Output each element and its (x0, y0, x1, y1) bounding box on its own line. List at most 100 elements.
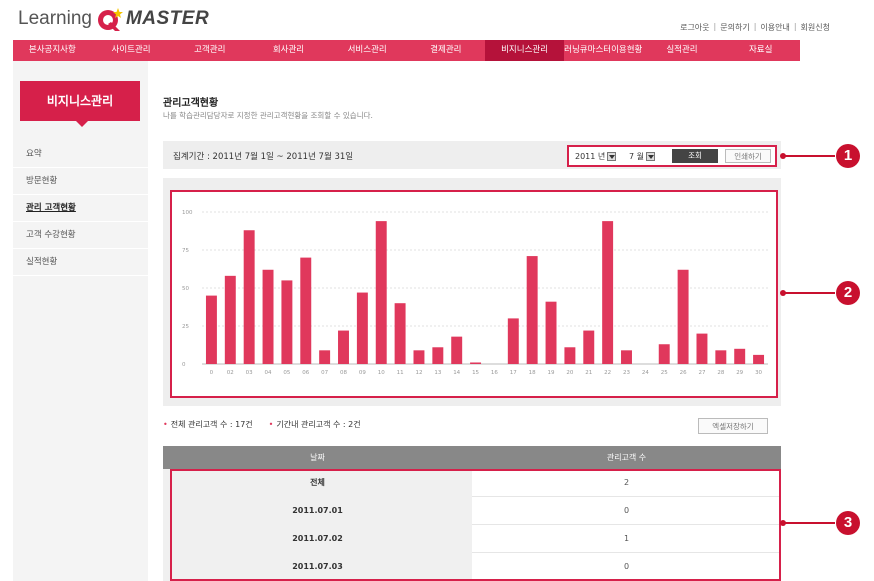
x-tick-label: 15 (472, 370, 479, 376)
filter-bar: 집계기간 : 2011년 7월 1일 ~ 2011년 7월 31일 2011 년… (163, 141, 781, 169)
y-tick-label: 75 (182, 248, 189, 254)
year-value: 2011 년 (575, 152, 606, 161)
chart-bar (753, 354, 765, 364)
period-label: 집계기간 : 2011년 7월 1일 ~ 2011년 7월 31일 (173, 152, 354, 162)
chart-bar (621, 350, 632, 364)
table-highlight-box (170, 469, 781, 581)
x-tick-label: 04 (265, 370, 272, 376)
logo[interactable]: Learning MASTER (18, 6, 209, 32)
page-title: 관리고객현황 (163, 98, 219, 109)
chart-bar (243, 230, 255, 364)
chart-bar (564, 347, 576, 364)
x-tick-label: 21 (585, 370, 592, 376)
excel-export-button[interactable]: 엑셀저장하기 (698, 418, 768, 434)
month-select[interactable]: 7 월 (629, 151, 655, 162)
separator: | (753, 22, 757, 31)
x-tick-label: 07 (321, 370, 328, 376)
chart-bar (507, 318, 519, 364)
logo-master-text: MASTER (125, 8, 210, 29)
x-tick-label: 22 (604, 370, 611, 376)
link-guide[interactable]: 이용안내 (760, 22, 789, 33)
x-tick-label: 11 (397, 370, 404, 376)
sidebar-title: 비지니스관리 (20, 81, 140, 127)
x-tick-label: 18 (529, 370, 536, 376)
chart-bar (526, 256, 538, 364)
x-tick-label: 16 (491, 370, 498, 376)
year-select[interactable]: 2011 년 (575, 151, 617, 162)
chart-bar (677, 269, 689, 364)
summary-total-text: 전체 관리고객 수 : 17건 (170, 420, 253, 429)
nav-item-payment[interactable]: 결제관리 (407, 40, 486, 61)
marker-1: 1 (836, 144, 860, 168)
chart-area: 0 25 50 75 100 0 02 03 04 05 06 07 08 09 10 11 12 13 14 15 1… (163, 178, 781, 406)
x-tick-label: 10 (378, 370, 385, 376)
chart-bar (205, 295, 217, 364)
chart-bar (583, 330, 595, 364)
marker-2: 2 (836, 281, 860, 305)
y-tick-label: 25 (182, 324, 189, 330)
x-tick-label: 14 (453, 370, 460, 376)
x-tick-label: 12 (415, 370, 422, 376)
chart-bar (281, 280, 293, 364)
x-tick-label: 27 (698, 370, 705, 376)
chart-bar (356, 292, 368, 364)
y-tick-label: 50 (182, 286, 189, 292)
nav-item-performance[interactable]: 실적관리 (643, 40, 722, 61)
bullet-icon: • (163, 420, 168, 429)
search-button[interactable]: 조회 (672, 149, 718, 163)
x-tick-label: 0 (210, 370, 214, 376)
chart-bar (734, 348, 746, 364)
nav-item-service[interactable]: 서비스관리 (328, 40, 407, 61)
sidebar-list: 요약 방문현황 관리 고객현황 고객 수강현황 실적현황 (13, 141, 148, 276)
nav-item-business[interactable]: 비지니스관리 (485, 40, 564, 61)
page-description: 나를 학습관리담당자로 지정한 관리고객현황을 조회할 수 있습니다. (163, 111, 373, 120)
x-tick-label: 08 (340, 370, 347, 376)
nav-item-notice[interactable]: 본사공지사항 (13, 40, 92, 61)
summary-total: • 전체 관리고객 수 : 17건 (163, 419, 253, 430)
x-tick-label: 06 (302, 370, 309, 376)
print-button[interactable]: 인쇄하기 (725, 149, 771, 163)
chart-bar (394, 303, 406, 364)
sidebar-item-summary[interactable]: 요약 (13, 141, 148, 168)
x-tick-label: 20 (566, 370, 573, 376)
chart-bar (658, 344, 670, 364)
sidebar-item-customer-courses[interactable]: 고객 수강현황 (13, 222, 148, 249)
header-date: 날짜 (310, 453, 325, 462)
nav-item-customer[interactable]: 고객관리 (170, 40, 249, 61)
chart-bar (338, 330, 349, 364)
chart-bar (545, 301, 557, 364)
x-tick-label: 28 (717, 370, 724, 376)
marker-3: 3 (836, 511, 860, 535)
header-count: 관리고객 수 (606, 453, 647, 462)
logo-learning-text: Learning (18, 8, 92, 29)
link-logout[interactable]: 로그아웃 (680, 22, 709, 33)
x-tick-label: 17 (510, 370, 517, 376)
chart-bar (602, 221, 614, 364)
nav-item-company[interactable]: 회사관리 (249, 40, 328, 61)
top-links: 로그아웃 | 문의하기 | 이용안내 | 회원신청 (680, 22, 830, 33)
chart-bar (375, 221, 387, 364)
chart-bar (432, 347, 444, 364)
month-value: 7 월 (629, 152, 644, 161)
summary-period: • 기간내 관리고객 수 : 2건 (269, 419, 361, 430)
nav-item-resources[interactable]: 자료실 (721, 40, 800, 61)
chart-bar (451, 336, 463, 364)
header: Learning MASTER 로그아웃 | 문의하기 | 이용안내 | 회원신… (0, 0, 874, 38)
sidebar-item-visits[interactable]: 방문현황 (13, 168, 148, 195)
link-inquiry[interactable]: 문의하기 (720, 22, 749, 33)
nav-item-site[interactable]: 사이트관리 (92, 40, 171, 61)
x-tick-label: 13 (434, 370, 441, 376)
x-tick-label: 26 (680, 370, 687, 376)
link-signup[interactable]: 회원신청 (801, 22, 830, 33)
sidebar-item-managed-customers[interactable]: 관리 고객현황 (13, 195, 148, 222)
nav-item-usage[interactable]: 러닝큐마스터이용현황 (564, 40, 643, 61)
chart-bar (715, 350, 727, 364)
separator: | (713, 22, 717, 31)
sidebar-item-performance[interactable]: 실적현황 (13, 249, 148, 276)
sidebar: 비지니스관리 요약 방문현황 관리 고객현황 고객 수강현황 실적현황 (13, 61, 148, 581)
chevron-down-icon[interactable] (646, 152, 655, 161)
chart-bar (470, 362, 482, 364)
chevron-down-icon[interactable] (607, 152, 617, 161)
marker-line (783, 522, 835, 524)
chart-svg: 0 25 50 75 100 0 02 03 04 05 06 07 08 09 10 11 12 13 14 15 1… (182, 210, 768, 376)
